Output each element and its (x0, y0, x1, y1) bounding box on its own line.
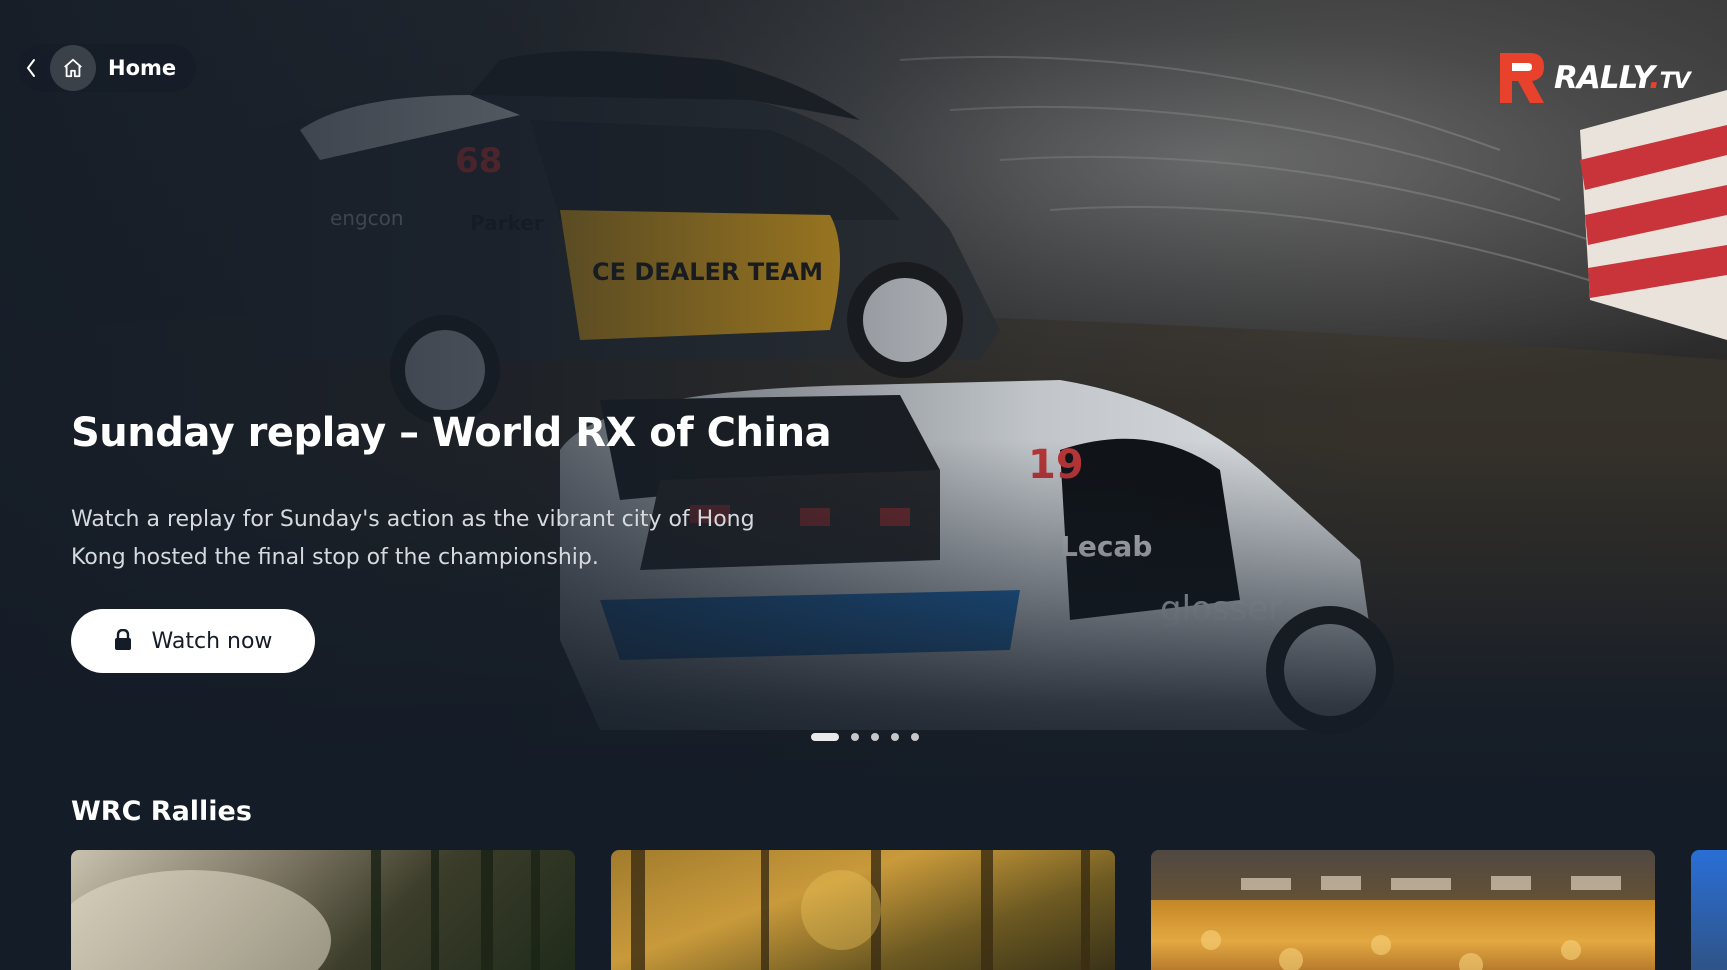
rally-card-4[interactable] (1691, 850, 1727, 970)
section-title-wrc-rallies: WRC Rallies (71, 796, 252, 827)
carousel-dot-5[interactable] (911, 733, 919, 741)
home-label[interactable]: Home (108, 56, 176, 80)
carousel-dot-2[interactable] (851, 733, 859, 741)
hero-gradient-overlay (0, 0, 1727, 800)
hero-description: Watch a replay for Sunday's action as th… (71, 507, 755, 570)
hero-banner: 68 CE DEALER TEAM Parker engcon 19 Lecab… (0, 0, 1727, 800)
breadcrumb-nav[interactable]: Home (18, 44, 196, 92)
rally-card-3[interactable] (1151, 850, 1655, 970)
watch-now-label: Watch now (151, 628, 273, 654)
rally-card-1[interactable] (71, 850, 575, 970)
rally-card-2[interactable] (611, 850, 1115, 970)
logo-wordmark: RALLY.TV (1554, 60, 1691, 96)
lock-icon (114, 628, 132, 654)
carousel-dot-4[interactable] (891, 733, 899, 741)
hero-title: Sunday replay – World RX of China (71, 410, 832, 456)
rally-tv-logo: RALLY.TV (1494, 46, 1691, 110)
home-icon[interactable] (50, 45, 96, 91)
chevron-left-icon[interactable] (24, 56, 38, 80)
watch-now-button[interactable]: Watch now (71, 609, 315, 673)
carousel-dot-3[interactable] (871, 733, 879, 741)
carousel-indicator[interactable] (811, 733, 919, 741)
rally-tv-logo-mark (1500, 53, 1544, 103)
carousel-dot-1[interactable] (811, 733, 839, 741)
